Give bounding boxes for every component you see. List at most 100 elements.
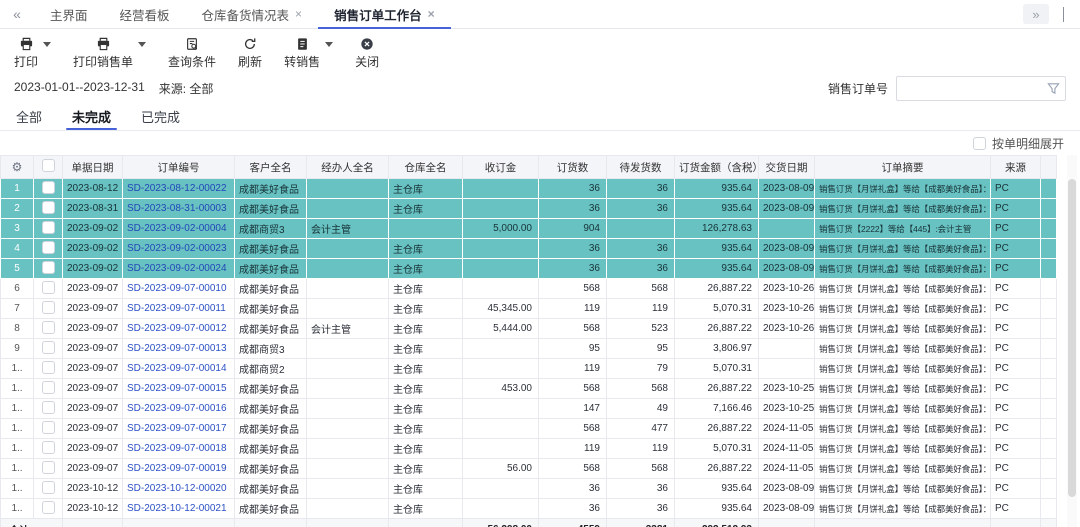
order-no-link[interactable]: SD-2023-08-31-00003 [127, 203, 227, 214]
column-settings-button[interactable]: ⚙ [1, 156, 34, 179]
table-row[interactable]: 42023-09-02SD-2023-09-02-00023成都美好食品主仓库3… [1, 239, 1057, 259]
table-row[interactable]: 1..2023-09-07SD-2023-09-07-00018成都美好食品主仓… [1, 439, 1057, 459]
order-no-link[interactable]: SD-2023-09-07-00011 [127, 303, 226, 314]
expand-by-detail-checkbox[interactable] [973, 137, 986, 150]
order-no-link[interactable]: SD-2023-09-07-00012 [127, 323, 227, 334]
status-tab-1[interactable]: 未完成 [72, 107, 111, 130]
row-checkbox[interactable] [42, 381, 55, 394]
order-no-link[interactable]: SD-2023-09-02-00004 [127, 223, 227, 234]
table-row[interactable]: 72023-09-07SD-2023-09-07-00011成都美好食品主仓库4… [1, 299, 1057, 319]
tab-1[interactable]: 经营看板 [104, 0, 186, 28]
cell-delivery_date: 2023-08-09 [759, 499, 815, 519]
table-row[interactable]: 12023-08-12SD-2023-08-12-00022成都美好食品主仓库3… [1, 179, 1057, 199]
tab-2[interactable]: 仓库备货情况表× [186, 0, 319, 28]
toolbar-button-0[interactable]: 打印 [14, 36, 51, 70]
table-row[interactable]: 22023-08-31SD-2023-08-31-00003成都美好食品主仓库3… [1, 199, 1057, 219]
column-header-5[interactable]: 收订金 [463, 156, 539, 179]
table-row[interactable]: 1..2023-10-12SD-2023-10-12-00021成都美好食品主仓… [1, 499, 1057, 519]
column-header-6[interactable]: 订货数 [539, 156, 607, 179]
column-header-0[interactable]: 单据日期 [63, 156, 123, 179]
cell-filler [1041, 459, 1057, 479]
toolbar-button-3[interactable]: 刷新 [238, 36, 262, 70]
row-checkbox[interactable] [42, 201, 55, 214]
order-no-link[interactable]: SD-2023-09-02-00024 [127, 263, 227, 274]
row-checkbox[interactable] [42, 501, 55, 514]
table-row[interactable]: 92023-09-07SD-2023-09-07-00013成都商贸3主仓库95… [1, 339, 1057, 359]
tab-menu-icon[interactable] [1063, 7, 1064, 21]
filter-funnel-icon[interactable] [1047, 82, 1060, 95]
toolbar-button-2[interactable]: 查询条件 [168, 36, 216, 70]
table-row[interactable]: 1..2023-09-07SD-2023-09-07-00015成都美好食品主仓… [1, 379, 1057, 399]
row-checkbox[interactable] [42, 361, 55, 374]
tab-close-icon[interactable]: × [428, 8, 435, 20]
order-no-link[interactable]: SD-2023-09-07-00018 [127, 443, 227, 454]
column-header-9[interactable]: 交货日期 [759, 156, 815, 179]
column-header-4[interactable]: 仓库全名 [389, 156, 463, 179]
cell-amount: 5,070.31 [675, 299, 759, 319]
cell-source: PC [991, 179, 1041, 199]
toolbar-button-4[interactable]: 转销售 [284, 36, 333, 70]
row-checkbox[interactable] [42, 321, 55, 334]
row-checkbox[interactable] [42, 441, 55, 454]
table-row[interactable]: 1..2023-09-07SD-2023-09-07-00017成都美好食品主仓… [1, 419, 1057, 439]
tab-close-icon[interactable]: × [295, 8, 302, 20]
tab-0[interactable]: 主界面 [34, 0, 104, 28]
table-row[interactable]: 52023-09-02SD-2023-09-02-00024成都美好食品主仓库3… [1, 259, 1057, 279]
order-no-link[interactable]: SD-2023-08-12-00022 [127, 183, 227, 194]
table-row[interactable]: 1..2023-09-07SD-2023-09-07-00019成都美好食品主仓… [1, 459, 1057, 479]
row-checkbox[interactable] [42, 301, 55, 314]
expand-tabs-icon[interactable]: » [1023, 4, 1049, 24]
row-checkbox[interactable] [42, 181, 55, 194]
row-checkbox[interactable] [42, 221, 55, 234]
column-header-10[interactable]: 订单摘要 [815, 156, 991, 179]
order-no-link[interactable]: SD-2023-09-02-00023 [127, 243, 227, 254]
table-row[interactable]: 1..2023-10-12SD-2023-10-12-00020成都美好食品主仓… [1, 479, 1057, 499]
cell-delivery_date: 2023-10-26 [759, 279, 815, 299]
order-no-link[interactable]: SD-2023-10-12-00021 [127, 503, 227, 514]
table-row[interactable]: 1..2023-09-07SD-2023-09-07-00014成都商贸2主仓库… [1, 359, 1057, 379]
cell-order_no: SD-2023-08-12-00022 [123, 179, 235, 199]
dropdown-caret-icon[interactable] [325, 42, 333, 47]
row-checkbox[interactable] [42, 281, 55, 294]
dropdown-caret-icon[interactable] [43, 42, 51, 47]
row-checkbox[interactable] [42, 461, 55, 474]
toolbar-button-5[interactable]: 关闭 [355, 36, 379, 70]
collapse-tabs-icon[interactable]: « [0, 0, 34, 28]
order-no-input[interactable] [896, 76, 1066, 101]
select-all-checkbox[interactable] [42, 159, 55, 172]
order-no-link[interactable]: SD-2023-09-07-00014 [127, 363, 227, 374]
column-header-7[interactable]: 待发货数 [607, 156, 675, 179]
order-no-link[interactable]: SD-2023-09-07-00016 [127, 403, 227, 414]
vertical-scrollbar[interactable] [1067, 155, 1077, 527]
order-no-link[interactable]: SD-2023-09-07-00013 [127, 343, 227, 354]
order-no-link[interactable]: SD-2023-09-07-00017 [127, 423, 227, 434]
row-checkbox[interactable] [42, 341, 55, 354]
column-header-2[interactable]: 客户全名 [235, 156, 307, 179]
table-row[interactable]: 1..2023-09-07SD-2023-09-07-00016成都美好食品主仓… [1, 399, 1057, 419]
cell-source: PC [991, 419, 1041, 439]
column-header-3[interactable]: 经办人全名 [307, 156, 389, 179]
column-header-11[interactable]: 来源 [991, 156, 1041, 179]
table-row[interactable]: 62023-09-07SD-2023-09-07-00010成都美好食品主仓库5… [1, 279, 1057, 299]
row-checkbox[interactable] [42, 261, 55, 274]
order-no-link[interactable]: SD-2023-09-07-00010 [127, 283, 227, 294]
clipboard-search-icon [185, 36, 199, 51]
order-no-link[interactable]: SD-2023-10-12-00020 [127, 483, 227, 494]
table-row[interactable]: 82023-09-07SD-2023-09-07-00012成都美好食品会计主管… [1, 319, 1057, 339]
cell-date: 2023-09-07 [63, 419, 123, 439]
order-no-link[interactable]: SD-2023-09-07-00015 [127, 383, 227, 394]
tab-3[interactable]: 销售订单工作台× [318, 0, 451, 28]
scrollbar-thumb[interactable] [1068, 179, 1076, 497]
row-checkbox[interactable] [42, 401, 55, 414]
dropdown-caret-icon[interactable] [138, 42, 146, 47]
table-row[interactable]: 32023-09-02SD-2023-09-02-00004成都商贸3会计主管5… [1, 219, 1057, 239]
row-checkbox[interactable] [42, 421, 55, 434]
row-checkbox[interactable] [42, 481, 55, 494]
status-tab-2[interactable]: 已完成 [141, 107, 180, 130]
status-tab-0[interactable]: 全部 [16, 107, 42, 130]
column-header-8[interactable]: 订货金额（含税） [675, 156, 759, 179]
order-no-link[interactable]: SD-2023-09-07-00019 [127, 463, 227, 474]
row-checkbox[interactable] [42, 241, 55, 254]
column-header-1[interactable]: 订单编号 [123, 156, 235, 179]
toolbar-button-1[interactable]: 打印销售单 [73, 36, 146, 70]
